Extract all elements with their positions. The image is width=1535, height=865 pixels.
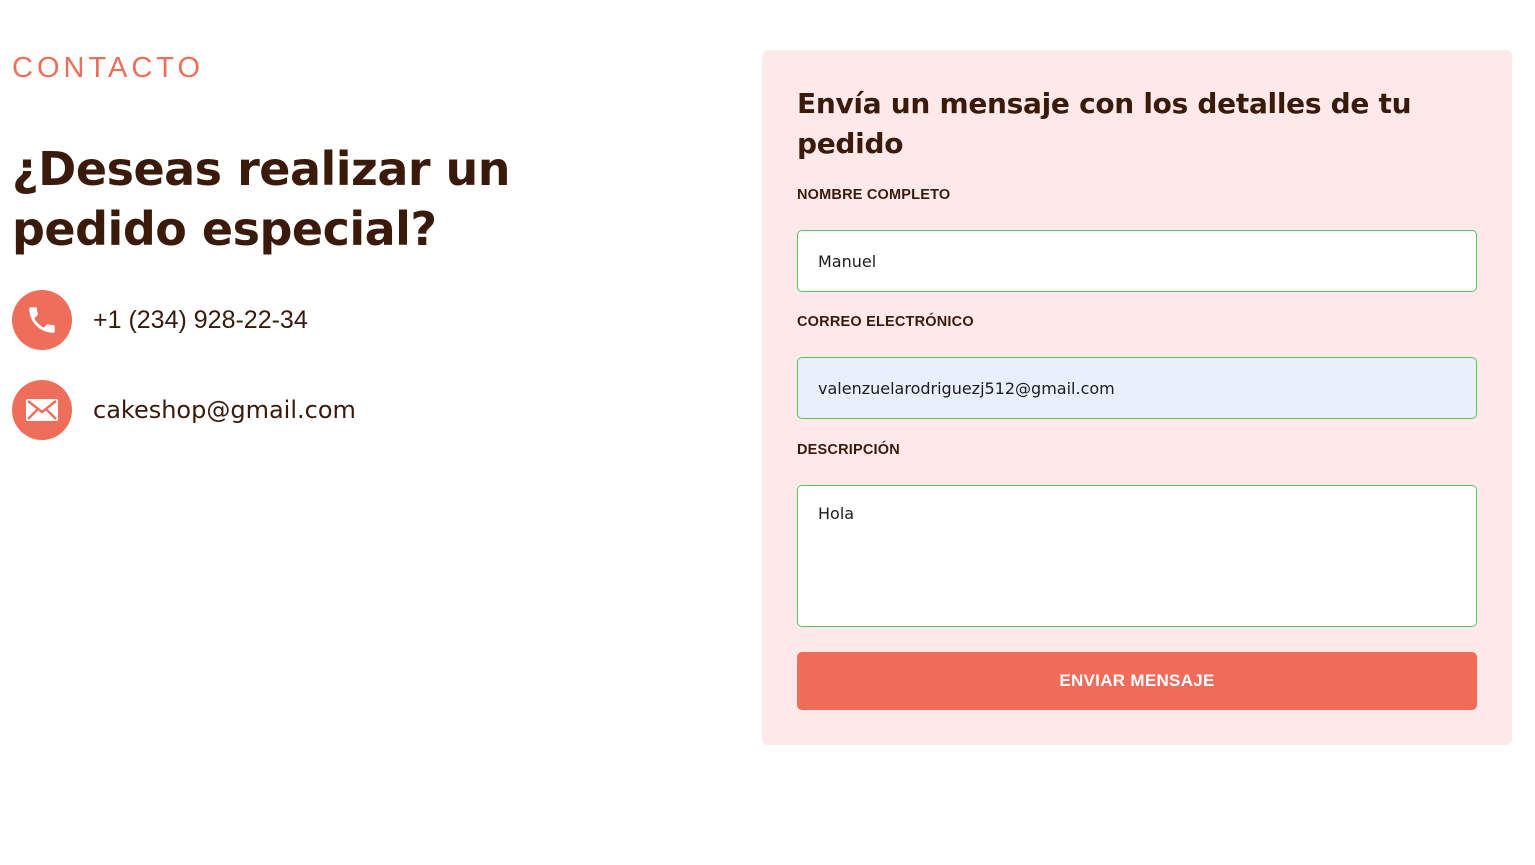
description-field[interactable]: Hola <box>797 485 1477 627</box>
email-contact: cakeshop@gmail.com <box>12 380 356 440</box>
name-field-value: Manuel <box>818 251 877 271</box>
email-address[interactable]: cakeshop@gmail.com <box>93 396 356 424</box>
email-field-value: valenzuelarodriguezj512@gmail.com <box>818 378 1115 398</box>
page-title: ¿Deseas realizar un pedido especial? <box>12 142 511 256</box>
name-field[interactable]: Manuel <box>797 230 1477 292</box>
email-field[interactable]: valenzuelarodriguezj512@gmail.com <box>797 357 1477 419</box>
description-label: DESCRIPCIÓN <box>797 442 900 458</box>
form-title: Envía un mensaje con los detalles de tu … <box>797 87 1412 160</box>
name-label: NOMBRE COMPLETO <box>797 187 951 203</box>
description-field-value: Hola <box>818 504 855 523</box>
phone-contact: +1 (234) 928-22-34 <box>12 290 308 350</box>
order-form-card: Envía un mensaje con los detalles de tu … <box>762 50 1512 745</box>
phone-icon <box>12 290 72 350</box>
contact-page: CONTACTO ¿Deseas realizar un pedido espe… <box>0 0 1535 865</box>
phone-number[interactable]: +1 (234) 928-22-34 <box>93 306 308 335</box>
send-message-button[interactable]: ENVIAR MENSAJE <box>797 652 1477 710</box>
email-label: CORREO ELECTRÓNICO <box>797 314 974 330</box>
mail-icon <box>12 380 72 440</box>
section-eyebrow: CONTACTO <box>12 52 205 84</box>
